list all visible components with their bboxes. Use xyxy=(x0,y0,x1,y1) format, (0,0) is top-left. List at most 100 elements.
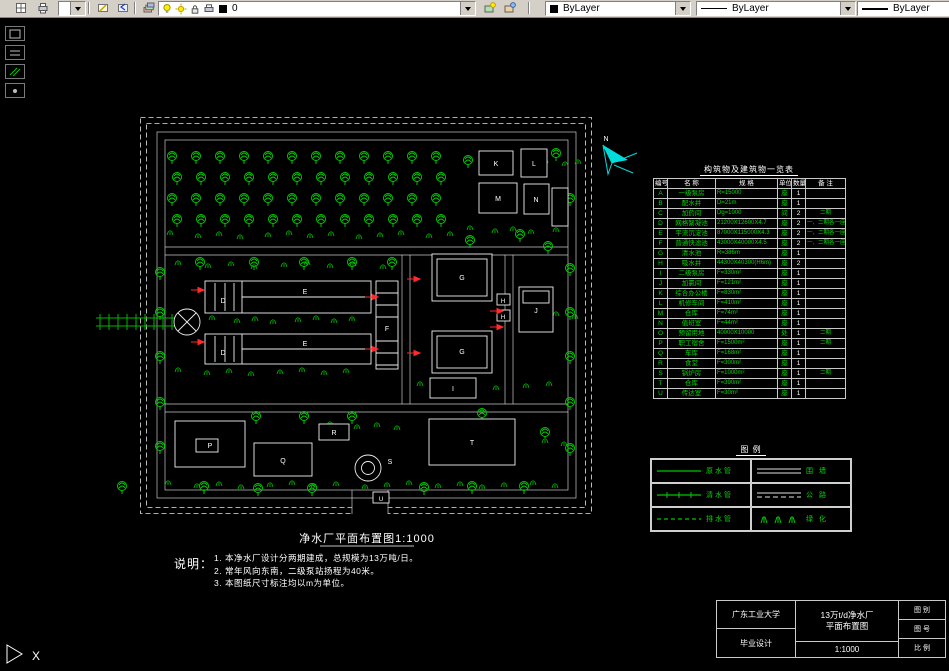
dock-button-3[interactable] xyxy=(5,64,25,79)
tree-icon xyxy=(347,411,357,425)
col-header: 数量 xyxy=(791,178,806,189)
cell-spec: F=121m² xyxy=(715,278,778,289)
chevron-down-icon[interactable] xyxy=(840,2,855,15)
plot-button[interactable] xyxy=(32,1,51,15)
chevron-down-icon[interactable] xyxy=(460,2,475,15)
cell-name: 综合办公楼 xyxy=(667,288,716,299)
lineweight-select[interactable]: ByLayer xyxy=(857,1,949,16)
dock-button-1[interactable] xyxy=(5,26,25,41)
grass-icon xyxy=(571,313,579,320)
lines-icon xyxy=(10,50,20,55)
label-G: G xyxy=(459,349,464,356)
tree-icon xyxy=(287,151,297,165)
cell-remark xyxy=(805,198,846,209)
titleblock-field-1: 图 别 xyxy=(898,600,946,620)
table-row: L 机修车间 F=410m² 座 1 xyxy=(653,298,846,309)
layer-isolate-button[interactable] xyxy=(499,1,518,15)
cell-unit: 座 xyxy=(777,188,792,199)
grass-icon xyxy=(326,262,334,269)
cell-code: Q xyxy=(653,348,668,359)
layer-properties-button[interactable] xyxy=(138,1,157,15)
layer-previous-button[interactable] xyxy=(112,1,131,15)
grass-icon xyxy=(353,423,361,430)
cell-qty: 1 xyxy=(791,268,806,279)
grass-icon xyxy=(342,367,350,374)
table-row: M 仓库 F=74m² 座 1 xyxy=(653,308,846,319)
sedimentation-train-2 xyxy=(204,333,372,365)
toolbar: 0 ByLayer ByLayer ByLayer xyxy=(0,0,949,18)
grass-icon xyxy=(193,482,201,489)
cell-code: K xyxy=(653,288,668,299)
ucs-x-label: X xyxy=(32,649,40,663)
grass-icon xyxy=(383,481,391,488)
cell-spec: D=21m xyxy=(715,198,778,209)
tree-icon xyxy=(463,155,473,169)
cell-remark: 一、二期各一座 xyxy=(805,228,846,239)
cell-qty: 1 xyxy=(791,198,806,209)
label-H: H xyxy=(501,315,505,321)
workspace-select[interactable] xyxy=(58,1,86,16)
cell-code: E xyxy=(653,228,668,239)
tree-icon xyxy=(387,257,397,271)
grass-icon xyxy=(251,315,259,322)
dock-button-4[interactable] xyxy=(5,83,25,98)
cell-name: 平流沉淀池 xyxy=(667,228,716,239)
drain-line-icon xyxy=(657,518,701,520)
grass-icon xyxy=(312,314,320,321)
tree-icon xyxy=(436,214,446,228)
chevron-down-icon[interactable] xyxy=(675,2,690,15)
cell-code: T xyxy=(653,378,668,389)
grass-icon xyxy=(500,481,508,488)
cell-unit: 座 xyxy=(777,338,792,349)
cell-spec: F=330m² xyxy=(715,268,778,279)
legend-item: 原水管 xyxy=(651,459,751,483)
dock-button-2[interactable] xyxy=(5,45,25,60)
make-layer-current-button[interactable] xyxy=(92,1,111,15)
cell-qty: 2 xyxy=(791,208,806,219)
tree-icon xyxy=(407,193,417,207)
tree-icon xyxy=(251,411,261,425)
linetype-select[interactable]: ByLayer xyxy=(696,1,856,16)
grass-icon xyxy=(545,380,553,387)
grass-icon xyxy=(355,233,363,240)
cell-spec: F=300m² xyxy=(715,358,778,369)
notes: 说明： 1. 本净水厂设计分两期建成，总规模为13万吨/日。 2. 常年风向东南… xyxy=(172,552,512,590)
label-E: E xyxy=(303,341,308,348)
cell-name: 仓库 xyxy=(667,378,716,389)
grass-icon xyxy=(285,229,293,236)
grass-icon xyxy=(225,367,233,374)
wall-line-icon xyxy=(757,468,801,474)
gate-opening xyxy=(352,503,388,516)
grass-icon xyxy=(446,230,454,237)
grass-icon xyxy=(215,230,223,237)
cell-code: I xyxy=(653,268,668,279)
printer-icon xyxy=(204,3,214,12)
grass-icon xyxy=(529,479,537,486)
cell-unit: 座 xyxy=(777,228,792,239)
cell-remark: 一、二期各一座 xyxy=(805,238,846,249)
cell-spec: Dg=1000 xyxy=(715,208,778,219)
layer-states-button[interactable] xyxy=(479,1,498,15)
building-aux xyxy=(551,187,569,227)
chevron-down-icon[interactable] xyxy=(70,2,85,15)
grass-icon xyxy=(306,232,314,239)
plan-title: 净水厂平面布置图1:1000 xyxy=(299,531,435,545)
snap-grid-button[interactable] xyxy=(10,1,29,15)
grass-icon xyxy=(166,229,174,236)
color-select[interactable]: ByLayer xyxy=(545,1,691,16)
cell-qty: 1 xyxy=(791,338,806,349)
cell-name: 普通快滤池 xyxy=(667,238,716,249)
cell-qty: 1 xyxy=(791,248,806,259)
cell-remark xyxy=(805,348,846,359)
lineweight-sample-icon xyxy=(862,7,888,10)
sedimentation-train-1 xyxy=(204,280,372,314)
table-row: U 传达室 F=30m² 座 1 xyxy=(653,388,846,399)
tree-icon xyxy=(263,193,273,207)
cell-spec: 21200X12600X4.7 xyxy=(715,218,778,229)
cell-remark: 二期 xyxy=(805,328,846,339)
cell-remark xyxy=(805,298,846,309)
cell-name: 职工宿舍 xyxy=(667,338,716,349)
grass-icon xyxy=(527,228,535,235)
layer-select[interactable]: 0 xyxy=(158,1,476,16)
label-G: G xyxy=(459,275,464,282)
